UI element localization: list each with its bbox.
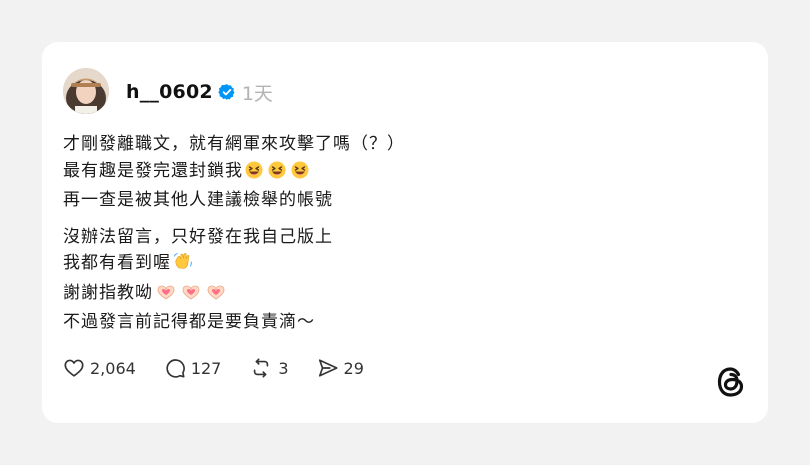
- post-actions: 2,064 127 3 29: [63, 356, 364, 380]
- post-body: 才剛發離職文，就有網軍來攻擊了嗎（？） 最有趣是發完還封鎖我 再一查是被其他人建…: [63, 131, 723, 336]
- post-card: h__0602 1天 才剛發離職文，就有網軍來攻擊了嗎（？） 最有趣是發完還封鎖…: [42, 42, 768, 423]
- comment-bubble-icon: [164, 357, 186, 379]
- post-paragraph: 沒辦法留言，只好發在我自己版上 我都有看到喔 謝謝指教呦 不過發言前記得都是要負…: [63, 224, 723, 336]
- post-line-text: 才剛發離職文，就有網軍來攻擊了嗎（？）: [63, 134, 405, 154]
- post-line-text: 謝謝指教呦: [63, 282, 153, 303]
- post-line: 才剛發離職文，就有網軍來攻擊了嗎（？）: [63, 131, 723, 158]
- reply-button[interactable]: 127: [164, 357, 222, 379]
- post-header: h__0602 1天: [126, 80, 273, 105]
- repost-button[interactable]: 3: [249, 357, 289, 379]
- share-button[interactable]: 29: [317, 357, 364, 379]
- avatar[interactable]: [63, 68, 109, 114]
- post-timestamp: 1天: [241, 82, 273, 105]
- repost-arrows-icon: [249, 357, 273, 379]
- repost-count: 3: [278, 358, 289, 378]
- post-line: 最有趣是發完還封鎖我: [63, 158, 723, 188]
- verified-badge-icon: [218, 83, 236, 101]
- avatar-image: [63, 68, 109, 114]
- heart-hands-icon: [155, 283, 225, 310]
- send-arrow-icon: [317, 357, 339, 379]
- post-line: 不過發言前記得都是要負責滴～: [63, 309, 723, 336]
- username[interactable]: h__0602: [126, 81, 213, 103]
- post-line-text: 我都有看到喔: [63, 253, 171, 273]
- laughing-squint-face-icon: [245, 161, 309, 188]
- waving-hand-icon: [173, 251, 193, 280]
- post-line: 沒辦法留言，只好發在我自己版上: [63, 224, 723, 251]
- heart-icon: [63, 357, 85, 379]
- threads-logo-icon[interactable]: [714, 365, 748, 399]
- post-paragraph: 才剛發離職文，就有網軍來攻擊了嗎（？） 最有趣是發完還封鎖我 再一查是被其他人建…: [63, 131, 723, 214]
- post-line-text: 不過發言前記得都是要負責滴～: [63, 312, 315, 332]
- reply-count: 127: [190, 358, 222, 378]
- post-line-text: 再一查是被其他人建議檢舉的帳號: [63, 190, 333, 210]
- post-line-text: 最有趣是發完還封鎖我: [63, 160, 243, 181]
- post-line: 再一查是被其他人建議檢舉的帳號: [63, 187, 723, 214]
- share-count: 29: [343, 358, 364, 378]
- post-line-text: 沒辦法留言，只好發在我自己版上: [63, 226, 333, 247]
- like-button[interactable]: 2,064: [63, 357, 136, 379]
- like-count: 2,064: [90, 358, 136, 378]
- post-line: 謝謝指教呦: [63, 280, 723, 310]
- post-line: 我都有看到喔: [63, 250, 723, 280]
